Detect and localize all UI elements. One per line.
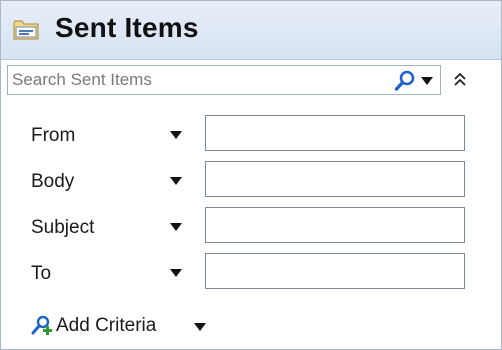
criteria-row-body: Body: [1, 161, 501, 201]
body-field[interactable]: [205, 161, 465, 197]
chevron-down-icon[interactable]: [169, 176, 183, 187]
chevron-down-icon: [194, 323, 206, 331]
double-chevron-up-icon[interactable]: [449, 69, 471, 91]
criteria-label: Subject: [31, 217, 95, 238]
criteria-label: From: [31, 125, 76, 146]
criteria-row-to: To: [1, 253, 501, 293]
chevron-down-icon[interactable]: [169, 222, 183, 233]
search-input[interactable]: [8, 66, 372, 94]
criteria-row-from: From: [1, 115, 501, 155]
subject-field[interactable]: [205, 207, 465, 243]
page-title: Sent Items: [55, 12, 199, 43]
criteria-label: Body: [31, 171, 75, 192]
to-field[interactable]: [205, 253, 465, 289]
chevron-down-icon[interactable]: [169, 130, 183, 141]
criteria-row-subject: Subject: [1, 207, 501, 247]
search-pane: Sent Items From Body Subject: [0, 0, 502, 350]
add-criteria-label: Add Criteria: [56, 315, 157, 336]
from-field[interactable]: [205, 115, 465, 151]
chevron-down-icon[interactable]: [420, 75, 434, 87]
magnifier-icon[interactable]: [394, 70, 416, 92]
folder-icon: [13, 20, 39, 40]
search-box: [7, 65, 441, 95]
pane-header: Sent Items: [1, 1, 501, 60]
chevron-down-icon[interactable]: [169, 268, 183, 279]
criteria-label: To: [31, 263, 52, 284]
add-person-search-icon: [31, 315, 52, 335]
